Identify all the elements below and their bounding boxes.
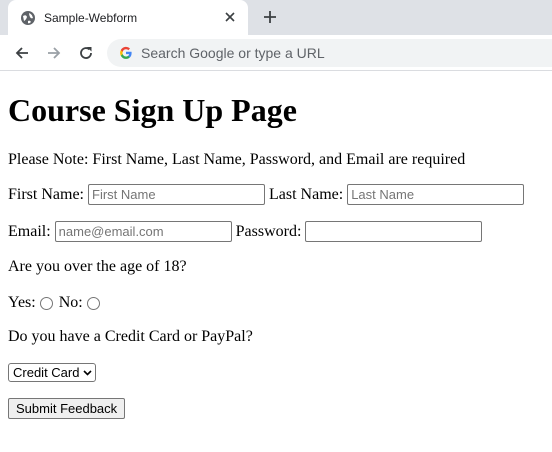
email-label: Email:	[8, 222, 51, 240]
payment-question-row: Do you have a Credit Card or PayPal?	[8, 328, 253, 346]
age-question-row: Are you over the age of 18?	[8, 258, 187, 276]
submit-feedback-button[interactable]: Submit Feedback	[8, 398, 126, 419]
reload-icon[interactable]	[73, 40, 99, 66]
chevron-down-icon	[83, 369, 93, 376]
close-icon[interactable]	[218, 10, 242, 26]
globe-icon	[20, 10, 36, 26]
no-radio[interactable]	[86, 296, 100, 310]
omnibox[interactable]: Search Google or type a URL	[107, 39, 552, 67]
page-title: Course Sign Up Page	[8, 92, 297, 128]
required-note: Please Note: First Name, Last Name, Pass…	[8, 151, 466, 168]
payment-select[interactable]: Credit Card	[8, 363, 97, 382]
yes-radio[interactable]	[39, 296, 53, 310]
last-name-label: Last Name:	[269, 185, 344, 203]
last-name-input[interactable]	[347, 184, 525, 205]
browser-tab[interactable]: Sample-Webform	[8, 0, 248, 35]
arrow-left-icon[interactable]	[9, 40, 35, 66]
name-row: First Name: Last Name:	[8, 184, 525, 205]
arrow-right-icon[interactable]	[41, 40, 67, 66]
browser-toolbar: Search Google or type a URL	[0, 35, 552, 71]
password-input[interactable]	[305, 221, 483, 242]
first-name-label: First Name:	[8, 185, 84, 203]
no-label: No:	[58, 294, 83, 311]
email-input[interactable]	[54, 221, 232, 242]
tab-strip: Sample-Webform	[0, 0, 552, 35]
tab-title: Sample-Webform	[44, 10, 138, 25]
submit-row: Submit Feedback	[8, 398, 126, 419]
age-question: Are you over the age of 18?	[8, 258, 187, 275]
payment-select-row: Credit Card	[8, 363, 97, 382]
payment-select-value: Credit Card	[13, 365, 80, 380]
age-radio-row: Yes: No:	[8, 294, 104, 312]
required-note-row: Please Note: First Name, Last Name, Pass…	[8, 151, 465, 169]
google-g-icon	[119, 46, 133, 60]
yes-label: Yes:	[8, 294, 36, 311]
first-name-input[interactable]	[88, 184, 265, 205]
email-row: Email: Password:	[8, 221, 483, 242]
omnibox-placeholder: Search Google or type a URL	[141, 45, 325, 61]
payment-question: Do you have a Credit Card or PayPal?	[8, 328, 253, 345]
plus-icon[interactable]	[257, 4, 283, 30]
password-label: Password:	[235, 222, 302, 240]
